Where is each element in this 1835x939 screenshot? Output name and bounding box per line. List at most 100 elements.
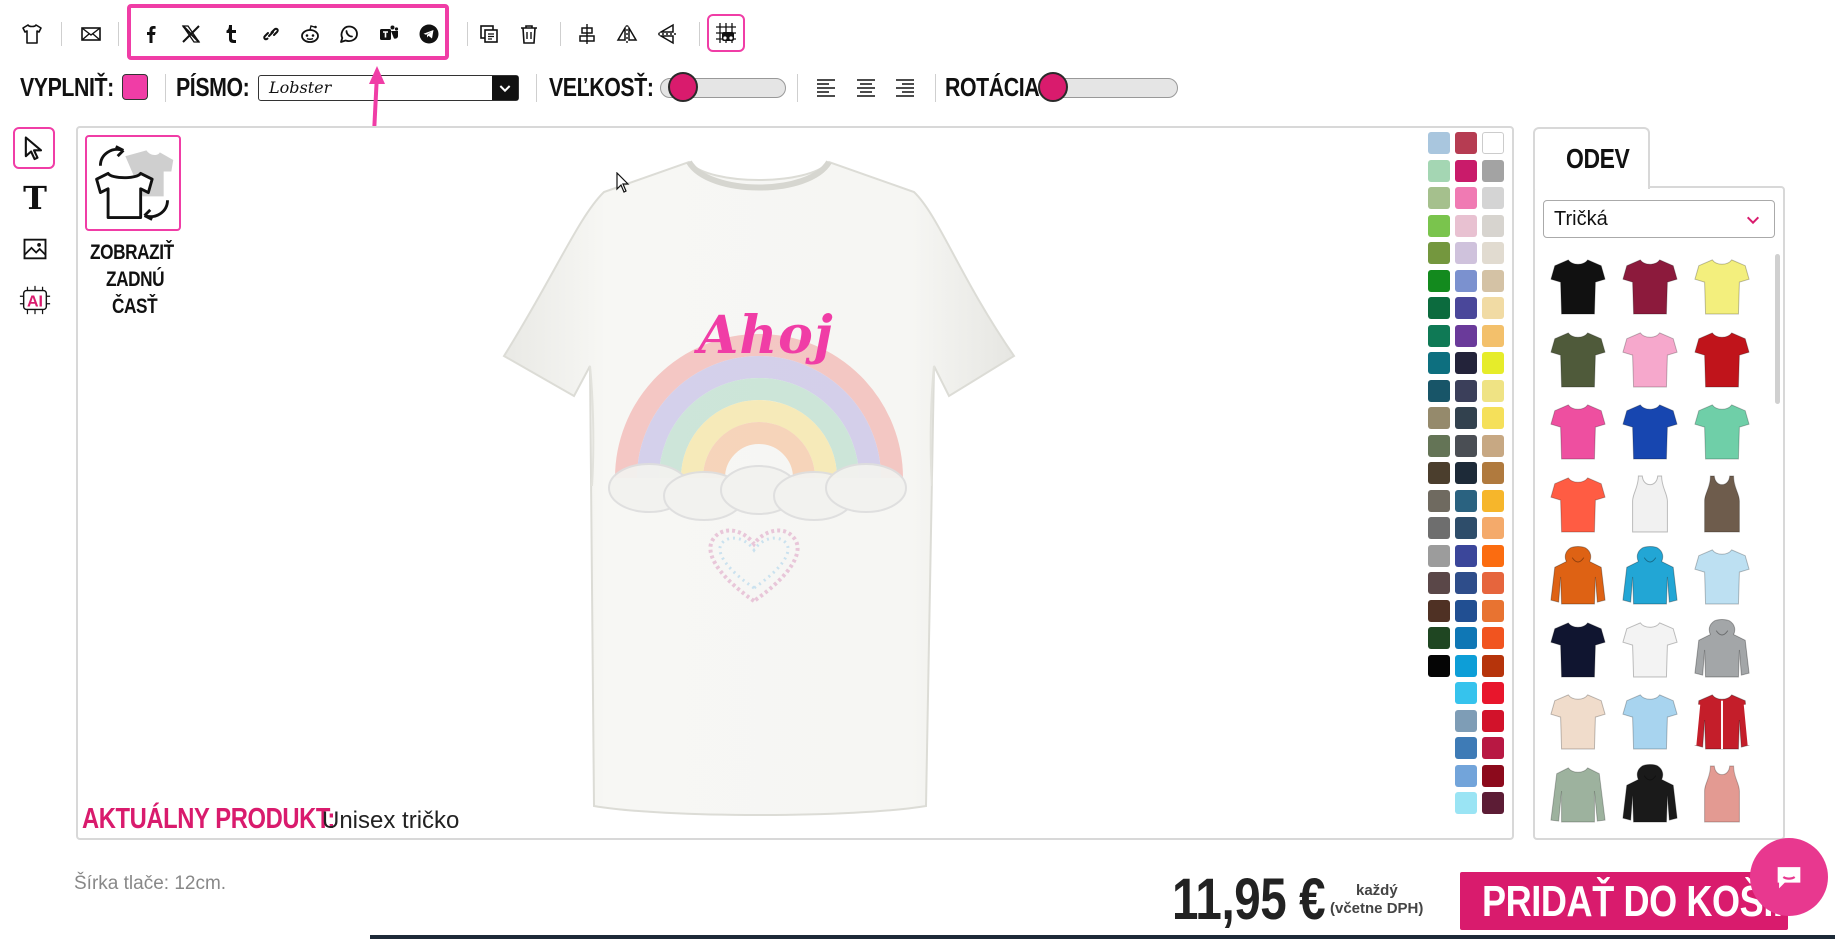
garment-item-sage-longsleeve[interactable]: [1547, 762, 1609, 826]
color-swatch[interactable]: [1428, 269, 1450, 292]
color-swatch[interactable]: [1455, 489, 1477, 512]
color-swatch[interactable]: [1482, 544, 1504, 567]
color-swatch[interactable]: [1482, 599, 1504, 622]
teams-icon[interactable]: [374, 19, 404, 49]
garment-item-black-orange-hoodie[interactable]: [1619, 762, 1681, 826]
color-swatch[interactable]: [1428, 214, 1450, 237]
color-swatch[interactable]: [1455, 544, 1477, 567]
garment-item-hotpink-tshirt[interactable]: [1547, 399, 1609, 463]
color-swatch[interactable]: [1428, 599, 1450, 622]
color-swatch[interactable]: [1455, 324, 1477, 347]
garment-item-mint-tshirt[interactable]: [1691, 399, 1753, 463]
color-swatch[interactable]: [1455, 709, 1477, 732]
color-swatch[interactable]: [1482, 352, 1504, 374]
color-swatch[interactable]: [1455, 187, 1477, 209]
trash-icon[interactable]: [514, 19, 544, 49]
color-swatch[interactable]: [1482, 627, 1504, 649]
garment-item-red-jacket[interactable]: [1691, 689, 1753, 753]
color-swatch[interactable]: [1455, 627, 1477, 649]
garment-item-cyan-hoodie[interactable]: [1619, 544, 1681, 608]
rotation-slider[interactable]: [1050, 78, 1178, 98]
color-swatch[interactable]: [1482, 407, 1504, 429]
color-swatch[interactable]: [1482, 737, 1504, 759]
color-swatch[interactable]: [1428, 517, 1450, 539]
tab-odev[interactable]: ODEV: [1533, 127, 1650, 189]
color-swatch[interactable]: [1455, 352, 1477, 374]
garment-item-red-tshirt[interactable]: [1691, 327, 1753, 391]
flip-vertical-icon[interactable]: [652, 19, 682, 49]
flip-horizontal-icon[interactable]: [612, 19, 642, 49]
color-swatch[interactable]: [1428, 379, 1450, 402]
design-text[interactable]: Ahoj: [698, 305, 834, 366]
color-swatch[interactable]: [1482, 764, 1504, 787]
garment-item-navy-tshirt[interactable]: [1547, 617, 1609, 681]
color-swatch[interactable]: [1482, 269, 1504, 292]
align-right-icon[interactable]: [890, 72, 920, 102]
color-swatch[interactable]: [1428, 324, 1450, 347]
color-swatch[interactable]: [1455, 682, 1477, 704]
color-swatch[interactable]: [1455, 737, 1477, 759]
color-swatch[interactable]: [1482, 434, 1504, 457]
color-swatch[interactable]: [1428, 352, 1450, 374]
color-swatch[interactable]: [1455, 517, 1477, 539]
color-swatch[interactable]: [1455, 434, 1477, 457]
garment-item-rose-tank[interactable]: [1691, 762, 1753, 826]
garment-item-white-tank[interactable]: [1619, 472, 1681, 536]
color-swatch[interactable]: [1455, 654, 1477, 677]
email-icon[interactable]: [76, 19, 106, 49]
color-swatch[interactable]: [1455, 242, 1477, 264]
color-swatch[interactable]: [1455, 462, 1477, 484]
color-swatch[interactable]: [1482, 462, 1504, 484]
align-left-icon[interactable]: [811, 72, 841, 102]
color-swatch[interactable]: [1482, 682, 1504, 704]
color-swatch[interactable]: [1482, 324, 1504, 347]
garment-item-dipdye-tshirt[interactable]: [1619, 689, 1681, 753]
garment-item-raglan-tshirt[interactable]: [1619, 617, 1681, 681]
garment-item-grey-hoodie[interactable]: [1691, 617, 1753, 681]
color-swatch[interactable]: [1428, 407, 1450, 429]
color-swatch[interactable]: [1455, 297, 1477, 319]
add-to-cart-button[interactable]: PRIDAŤ DO KOŠÍKA: [1460, 872, 1825, 930]
size-slider-knob[interactable]: [667, 72, 698, 102]
color-swatch[interactable]: [1455, 214, 1477, 237]
product-shirt-icon[interactable]: [17, 19, 47, 49]
color-swatch[interactable]: [1428, 132, 1450, 154]
color-swatch[interactable]: [1428, 462, 1450, 484]
image-tool-icon[interactable]: [19, 233, 51, 265]
garment-item-tiedye-tshirt[interactable]: [1691, 544, 1753, 608]
color-swatch[interactable]: [1482, 517, 1504, 539]
color-swatch[interactable]: [1428, 159, 1450, 182]
grid-toggle-button[interactable]: [707, 14, 745, 52]
chat-button[interactable]: [1750, 838, 1828, 916]
link-icon[interactable]: [256, 19, 286, 49]
garment-item-yellow-tshirt[interactable]: [1691, 254, 1753, 318]
align-center-vertical-icon[interactable]: [572, 19, 602, 49]
color-swatch[interactable]: [1428, 187, 1450, 209]
facebook-icon[interactable]: [136, 19, 166, 49]
color-swatch[interactable]: [1482, 187, 1504, 209]
color-swatch[interactable]: [1482, 159, 1504, 182]
garment-item-royal-tshirt[interactable]: [1619, 399, 1681, 463]
garment-item-orange-hoodie[interactable]: [1547, 544, 1609, 608]
back-view-button[interactable]: [85, 135, 181, 231]
garment-item-olive-tshirt[interactable]: [1547, 327, 1609, 391]
garment-item-brown-tank[interactable]: [1691, 472, 1753, 536]
color-swatch[interactable]: [1482, 132, 1504, 154]
color-swatch[interactable]: [1428, 654, 1450, 677]
ai-tool-icon[interactable]: AI: [17, 282, 53, 318]
color-swatch[interactable]: [1455, 599, 1477, 622]
garment-item-pink-tshirt[interactable]: [1619, 327, 1681, 391]
color-swatch[interactable]: [1482, 654, 1504, 677]
garment-item-coral-tshirt[interactable]: [1547, 472, 1609, 536]
garment-item-black-tshirt[interactable]: [1547, 254, 1609, 318]
color-swatch[interactable]: [1455, 132, 1477, 154]
color-swatch[interactable]: [1428, 544, 1450, 567]
color-swatch[interactable]: [1428, 627, 1450, 649]
color-swatch[interactable]: [1455, 159, 1477, 182]
fill-color-swatch[interactable]: [122, 74, 148, 100]
color-swatch[interactable]: [1482, 572, 1504, 594]
color-swatch[interactable]: [1482, 214, 1504, 237]
tumblr-icon[interactable]: [216, 19, 246, 49]
whatsapp-icon[interactable]: [334, 19, 364, 49]
garment-item-cream-tshirt[interactable]: [1547, 689, 1609, 753]
